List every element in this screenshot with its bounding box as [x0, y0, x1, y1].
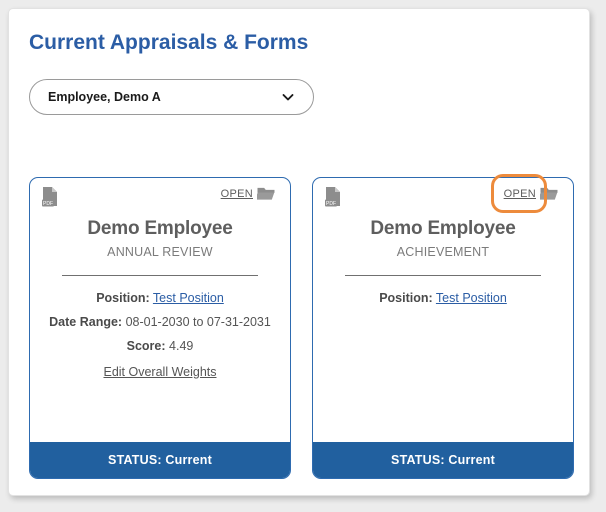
- field-label: Date Range:: [49, 315, 123, 329]
- chevron-down-icon: [281, 90, 295, 104]
- field-date-range: Date Range: 08-01-2030 to 07-31-2031: [30, 315, 290, 329]
- field-score: Score: 4.49: [30, 339, 290, 353]
- position-link[interactable]: Test Position: [436, 291, 507, 305]
- employee-select-value: Employee, Demo A: [48, 90, 161, 104]
- field-label: Score:: [126, 339, 166, 353]
- field-value: 4.49: [169, 339, 194, 353]
- svg-text:PDF: PDF: [43, 201, 53, 207]
- field-position: Position: Test Position: [30, 291, 290, 305]
- open-link-label: OPEN: [503, 188, 536, 200]
- card-header: PDF OPEN: [313, 174, 573, 213]
- employee-select[interactable]: Employee, Demo A: [29, 79, 314, 115]
- card-header: PDF OPEN: [30, 178, 290, 212]
- open-folder-icon: [257, 186, 276, 202]
- field-label: Position:: [96, 291, 150, 305]
- svg-text:PDF: PDF: [326, 201, 336, 207]
- open-document-link[interactable]: OPEN: [221, 186, 276, 202]
- edit-weights-row: Edit Overall Weights: [30, 363, 290, 381]
- employee-name: Demo Employee: [87, 218, 233, 239]
- field-position: Position: Test Position: [313, 291, 573, 305]
- form-type: ANNUAL REVIEW: [107, 245, 213, 259]
- open-link-label: OPEN: [220, 188, 253, 200]
- pdf-file-icon[interactable]: PDF: [42, 186, 59, 207]
- page-title: Current Appraisals & Forms: [29, 31, 309, 54]
- appraisal-card[interactable]: PDF OPEN Demo Employee ACHIEVEMENT Posit…: [312, 174, 574, 479]
- form-type: ACHIEVEMENT: [396, 245, 490, 259]
- field-label: Position:: [379, 291, 433, 305]
- pdf-file-icon[interactable]: PDF: [325, 186, 342, 207]
- status-badge: STATUS: Current: [30, 442, 290, 478]
- appraisals-panel: Current Appraisals & Forms Employee, Dem…: [8, 8, 590, 496]
- position-link[interactable]: Test Position: [153, 291, 224, 305]
- card-details: Position: Test Position Date Range: 08-0…: [30, 276, 290, 442]
- open-document-link[interactable]: OPEN: [490, 174, 559, 213]
- employee-name: Demo Employee: [370, 218, 516, 239]
- field-value: 08-01-2030 to 07-31-2031: [125, 315, 271, 329]
- app-root: Current Appraisals & Forms Employee, Dem…: [0, 0, 606, 512]
- appraisal-card-list: PDF OPEN Demo Employee ANNUAL REVIEW Pos…: [29, 174, 575, 479]
- status-badge: STATUS: Current: [313, 442, 573, 478]
- appraisal-card[interactable]: PDF OPEN Demo Employee ANNUAL REVIEW Pos…: [29, 177, 291, 479]
- card-details: Position: Test Position: [313, 276, 573, 442]
- edit-overall-weights-link[interactable]: Edit Overall Weights: [103, 365, 216, 379]
- open-folder-icon: [540, 186, 559, 202]
